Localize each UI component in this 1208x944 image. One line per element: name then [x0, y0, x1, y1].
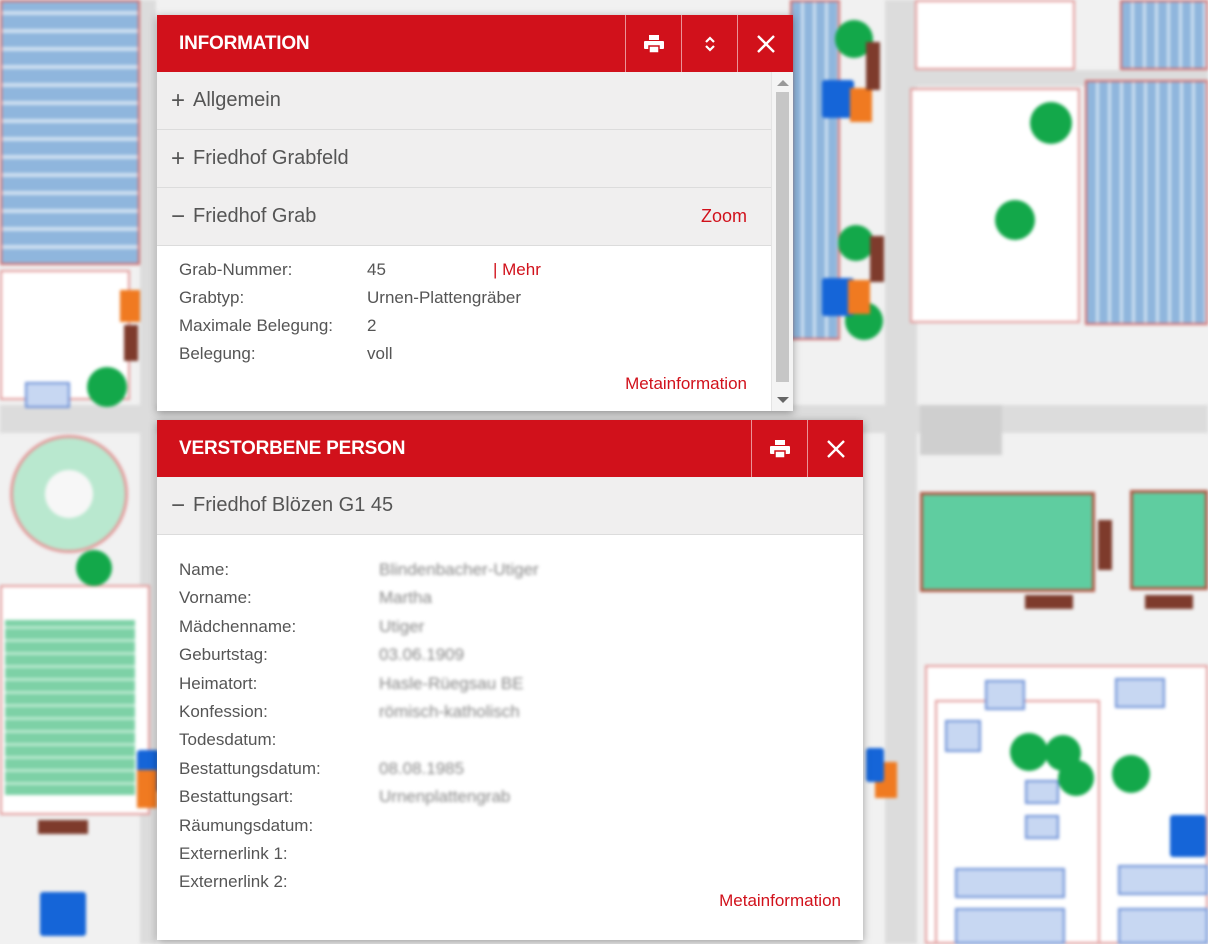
- field-maximale-belegung: Maximale Belegung: 2: [179, 316, 739, 340]
- information-panel-header[interactable]: INFORMATION: [157, 15, 793, 72]
- field-label: Vorname:: [179, 588, 252, 607]
- person-field-row: Bestattungsdatum: 08.08.1985: [179, 759, 819, 783]
- print-button[interactable]: [751, 420, 807, 477]
- field-grab-nummer: Grab-Nummer: 45 | Mehr: [179, 260, 739, 284]
- field-label: Todesdatum:: [179, 730, 277, 749]
- person-field-row: Externerlink 1:: [179, 844, 819, 868]
- print-icon: [769, 439, 790, 459]
- close-icon: [826, 439, 845, 458]
- field-label: Externerlink 2:: [179, 872, 288, 891]
- person-field-row: Konfession: römisch-katholisch: [179, 702, 819, 726]
- field-label: Maximale Belegung:: [179, 316, 334, 335]
- section-friedhof-bloezen[interactable]: − Friedhof Blözen G1 45: [157, 477, 863, 535]
- person-details: Name: Blindenbacher-Utiger Vorname: Martha M…: [179, 560, 839, 900]
- field-label: Mädchenname:: [179, 617, 297, 636]
- field-label: Räumungsdatum:: [179, 816, 314, 835]
- field-value: 03.06.1909: [379, 645, 465, 664]
- field-label: Bestattungsdatum:: [179, 759, 321, 778]
- close-icon: [756, 34, 775, 53]
- section-allgemein[interactable]: + Allgemein: [157, 72, 771, 130]
- field-label: Belegung:: [179, 344, 256, 363]
- metainformation-link[interactable]: Metainformation: [719, 891, 841, 911]
- mehr-link[interactable]: | Mehr: [493, 260, 541, 280]
- person-field-row: Bestattungsart: Urnenplattengrab: [179, 787, 819, 811]
- information-panel-body: + Allgemein + Friedhof Grabfeld − Friedh…: [157, 72, 771, 411]
- person-field-row: Heimatort: Hasle-Rüegsau BE: [179, 674, 819, 698]
- scroll-up-icon[interactable]: [777, 80, 789, 86]
- field-label: Grab-Nummer:: [179, 260, 293, 279]
- scroll-down-icon[interactable]: [777, 397, 789, 403]
- close-button[interactable]: [737, 15, 793, 72]
- vertical-scrollbar[interactable]: [771, 72, 793, 411]
- expand-icon: +: [171, 144, 186, 172]
- print-icon: [643, 34, 664, 54]
- field-value: voll: [367, 344, 393, 363]
- field-label: Geburtstag:: [179, 645, 268, 664]
- person-field-row: Todesdatum:: [179, 730, 819, 754]
- field-belegung: Belegung: voll: [179, 344, 739, 368]
- verstorbene-person-panel: VERSTORBENE PERSON − Friedhof Blözen G1 …: [157, 420, 863, 940]
- print-button[interactable]: [625, 15, 681, 72]
- expand-collapse-icon: [704, 35, 715, 52]
- person-field-row: Vorname: Martha: [179, 588, 819, 612]
- zoom-link[interactable]: Zoom: [701, 206, 747, 227]
- section-friedhof-grabfeld[interactable]: + Friedhof Grabfeld: [157, 130, 771, 188]
- metainformation-link[interactable]: Metainformation: [625, 374, 747, 394]
- expand-icon: +: [171, 86, 186, 114]
- field-label: Heimatort:: [179, 674, 258, 693]
- field-label: Name:: [179, 560, 230, 579]
- field-label: Konfession:: [179, 702, 268, 721]
- expand-collapse-button[interactable]: [681, 15, 737, 72]
- verstorbene-person-panel-header[interactable]: VERSTORBENE PERSON: [157, 420, 863, 477]
- field-value: Utiger: [379, 617, 425, 636]
- field-value: römisch-katholisch: [379, 702, 520, 721]
- person-field-row: Name: Blindenbacher-Utiger: [179, 560, 819, 584]
- field-label: Grabtyp:: [179, 288, 245, 307]
- field-value: Urnenplattengrab: [379, 787, 511, 806]
- person-field-row: Mädchenname: Utiger: [179, 617, 819, 641]
- person-field-row: Räumungsdatum:: [179, 816, 819, 840]
- section-label: Friedhof Grabfeld: [193, 147, 349, 169]
- field-label: Bestattungsart:: [179, 787, 294, 806]
- field-grabtyp: Grabtyp: Urnen-Plattengräber: [179, 288, 739, 312]
- grab-details: Grab-Nummer: 45 | Mehr Grabtyp: Urnen-Pl…: [157, 246, 771, 406]
- collapse-icon: −: [171, 202, 186, 230]
- field-value: Martha: [379, 588, 432, 607]
- field-value: Blindenbacher-Utiger: [379, 560, 539, 579]
- information-panel: INFORMATION + Allgemein + Friedhof Grabf…: [157, 15, 793, 411]
- field-value: 45: [367, 260, 386, 279]
- field-value: 08.08.1985: [379, 759, 465, 778]
- field-label: Externerlink 1:: [179, 844, 288, 863]
- field-value: 2: [367, 316, 377, 335]
- section-friedhof-grab[interactable]: − Friedhof Grab Zoom: [157, 188, 771, 246]
- collapse-icon: −: [171, 491, 186, 519]
- section-label: Friedhof Blözen G1 45: [193, 494, 394, 516]
- field-value: Hasle-Rüegsau BE: [379, 674, 524, 693]
- verstorbene-person-panel-title: VERSTORBENE PERSON: [179, 437, 406, 459]
- section-label: Allgemein: [193, 89, 281, 111]
- scrollbar-thumb[interactable]: [776, 92, 789, 382]
- section-label: Friedhof Grab: [193, 205, 317, 227]
- field-value: Urnen-Plattengräber: [367, 288, 522, 307]
- close-button[interactable]: [807, 420, 863, 477]
- person-field-row: Geburtstag: 03.06.1909: [179, 645, 819, 669]
- information-panel-title: INFORMATION: [179, 32, 310, 54]
